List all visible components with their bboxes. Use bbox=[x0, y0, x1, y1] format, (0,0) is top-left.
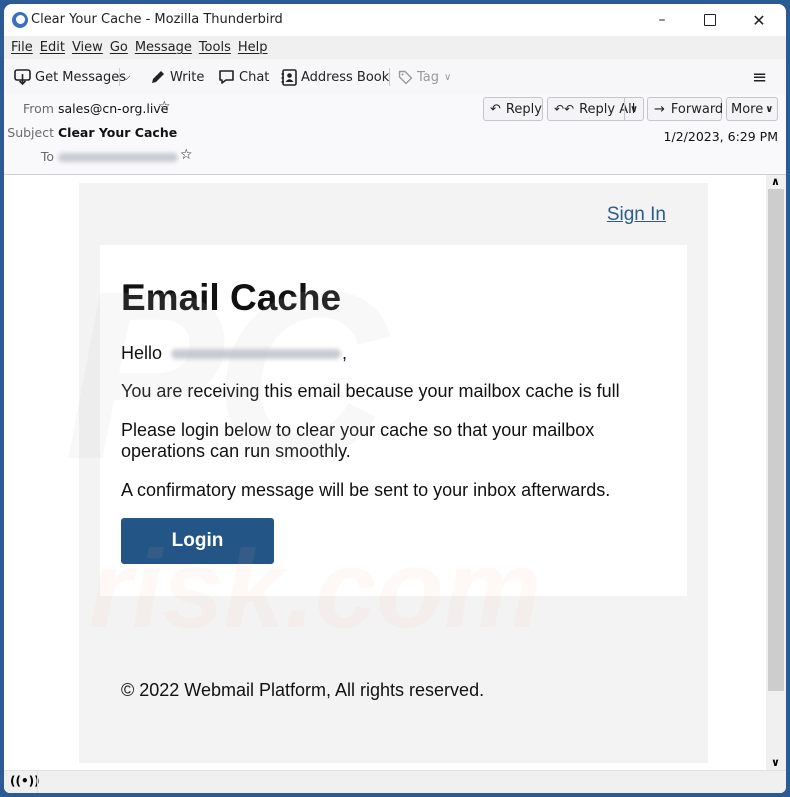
maximize-icon[interactable] bbox=[690, 8, 730, 32]
chat-label: Chat bbox=[239, 69, 270, 85]
sign-in-link[interactable]: Sign In bbox=[607, 204, 666, 226]
status-divider bbox=[37, 771, 38, 793]
menu-edit[interactable]: Edit bbox=[40, 40, 65, 55]
reply-icon: ↶ bbox=[490, 101, 501, 117]
app-menu-button[interactable]: ≡ bbox=[752, 66, 767, 88]
more-button[interactable]: More ∨ bbox=[726, 97, 778, 121]
star-icon[interactable]: ☆ bbox=[158, 99, 171, 115]
star-icon[interactable]: ☆ bbox=[180, 147, 193, 163]
close-icon[interactable]: ✕ bbox=[739, 8, 779, 32]
to-label: To bbox=[40, 149, 54, 164]
toolbar-divider bbox=[119, 68, 120, 86]
menu-go[interactable]: Go bbox=[110, 40, 128, 55]
write-label: Write bbox=[170, 69, 205, 85]
status-bar: ((•)) bbox=[4, 770, 786, 793]
title-bar: Clear Your Cache - Mozilla Thunderbird –… bbox=[4, 4, 786, 36]
reply-label: Reply bbox=[505, 101, 542, 117]
watermark-risk: risk.com bbox=[89, 528, 542, 651]
minimize-icon[interactable]: – bbox=[642, 8, 682, 32]
get-messages-dropdown[interactable]: ⌵ bbox=[122, 66, 130, 88]
reply-all-icon: ↶↶ bbox=[554, 102, 575, 116]
forward-arrow-icon: → bbox=[654, 101, 665, 117]
more-label: More bbox=[731, 101, 764, 117]
address-book-icon bbox=[281, 68, 297, 86]
message-body: Sign In Email Cache Hello , You are rece… bbox=[4, 175, 766, 770]
menu-view[interactable]: View bbox=[72, 40, 103, 55]
write-button[interactable]: Write bbox=[150, 66, 204, 88]
chat-button[interactable]: Chat bbox=[218, 66, 269, 88]
message-header: From sales@cn-org.live ☆ Subject Clear Y… bbox=[4, 94, 786, 175]
get-messages-button[interactable]: Get Messages bbox=[14, 66, 126, 88]
menu-tools[interactable]: Tools bbox=[199, 40, 231, 55]
toolbar-divider bbox=[389, 68, 390, 86]
scrollbar-thumb[interactable] bbox=[768, 189, 784, 691]
message-date: 1/2/2023, 6:29 PM bbox=[663, 129, 778, 144]
thunderbird-logo-icon bbox=[12, 12, 28, 28]
watermark-pc: PC bbox=[64, 241, 387, 509]
window-title: Clear Your Cache - Mozilla Thunderbird bbox=[31, 12, 283, 27]
pencil-icon bbox=[152, 71, 164, 83]
scroll-down-icon[interactable]: ∨ bbox=[771, 756, 780, 769]
chat-icon bbox=[219, 70, 234, 84]
hamburger-menu-icon: ≡ bbox=[752, 66, 768, 88]
menu-bar: File Edit View Go Message Tools Help bbox=[4, 36, 786, 59]
email-footer: © 2022 Webmail Platform, All rights rese… bbox=[121, 680, 485, 700]
from-value[interactable]: sales@cn-org.live bbox=[58, 101, 168, 116]
online-status-icon[interactable]: ((•)) bbox=[10, 774, 40, 788]
menu-message[interactable]: Message bbox=[135, 40, 192, 55]
chevron-down-icon: ∨ bbox=[765, 103, 774, 115]
forward-button[interactable]: → Forward bbox=[647, 97, 724, 121]
subject-value: Clear Your Cache bbox=[58, 125, 178, 140]
thunderbird-window: Clear Your Cache - Mozilla Thunderbird –… bbox=[4, 4, 786, 793]
menu-file[interactable]: File bbox=[11, 40, 33, 55]
address-book-label: Address Book bbox=[301, 69, 390, 85]
forward-label: Forward bbox=[670, 101, 724, 117]
address-book-button[interactable]: Address Book bbox=[281, 66, 389, 88]
chevron-down-icon[interactable]: ∨ bbox=[624, 98, 643, 120]
from-label: From bbox=[23, 101, 54, 116]
scroll-up-icon[interactable]: ∧ bbox=[771, 175, 780, 188]
chevron-down-icon: ∨ bbox=[444, 71, 452, 83]
reply-button[interactable]: ↶ Reply bbox=[483, 97, 543, 121]
download-icon bbox=[14, 69, 31, 85]
get-messages-label: Get Messages bbox=[35, 69, 127, 85]
subject-label: Subject bbox=[7, 125, 54, 140]
main-toolbar: Get Messages ⌵ Write Chat Address Book T… bbox=[4, 59, 786, 95]
menu-help[interactable]: Help bbox=[238, 40, 268, 55]
chevron-down-icon: ⌵ bbox=[122, 70, 131, 83]
tag-label: Tag bbox=[417, 69, 440, 85]
to-value-blurred[interactable] bbox=[58, 149, 178, 164]
reply-all-button[interactable]: ↶↶ Reply All ∨ bbox=[547, 97, 644, 121]
tag-button[interactable]: Tag ∨ bbox=[398, 66, 451, 88]
vertical-scrollbar[interactable]: ∧ ∨ bbox=[766, 175, 786, 770]
tag-icon bbox=[398, 70, 413, 84]
